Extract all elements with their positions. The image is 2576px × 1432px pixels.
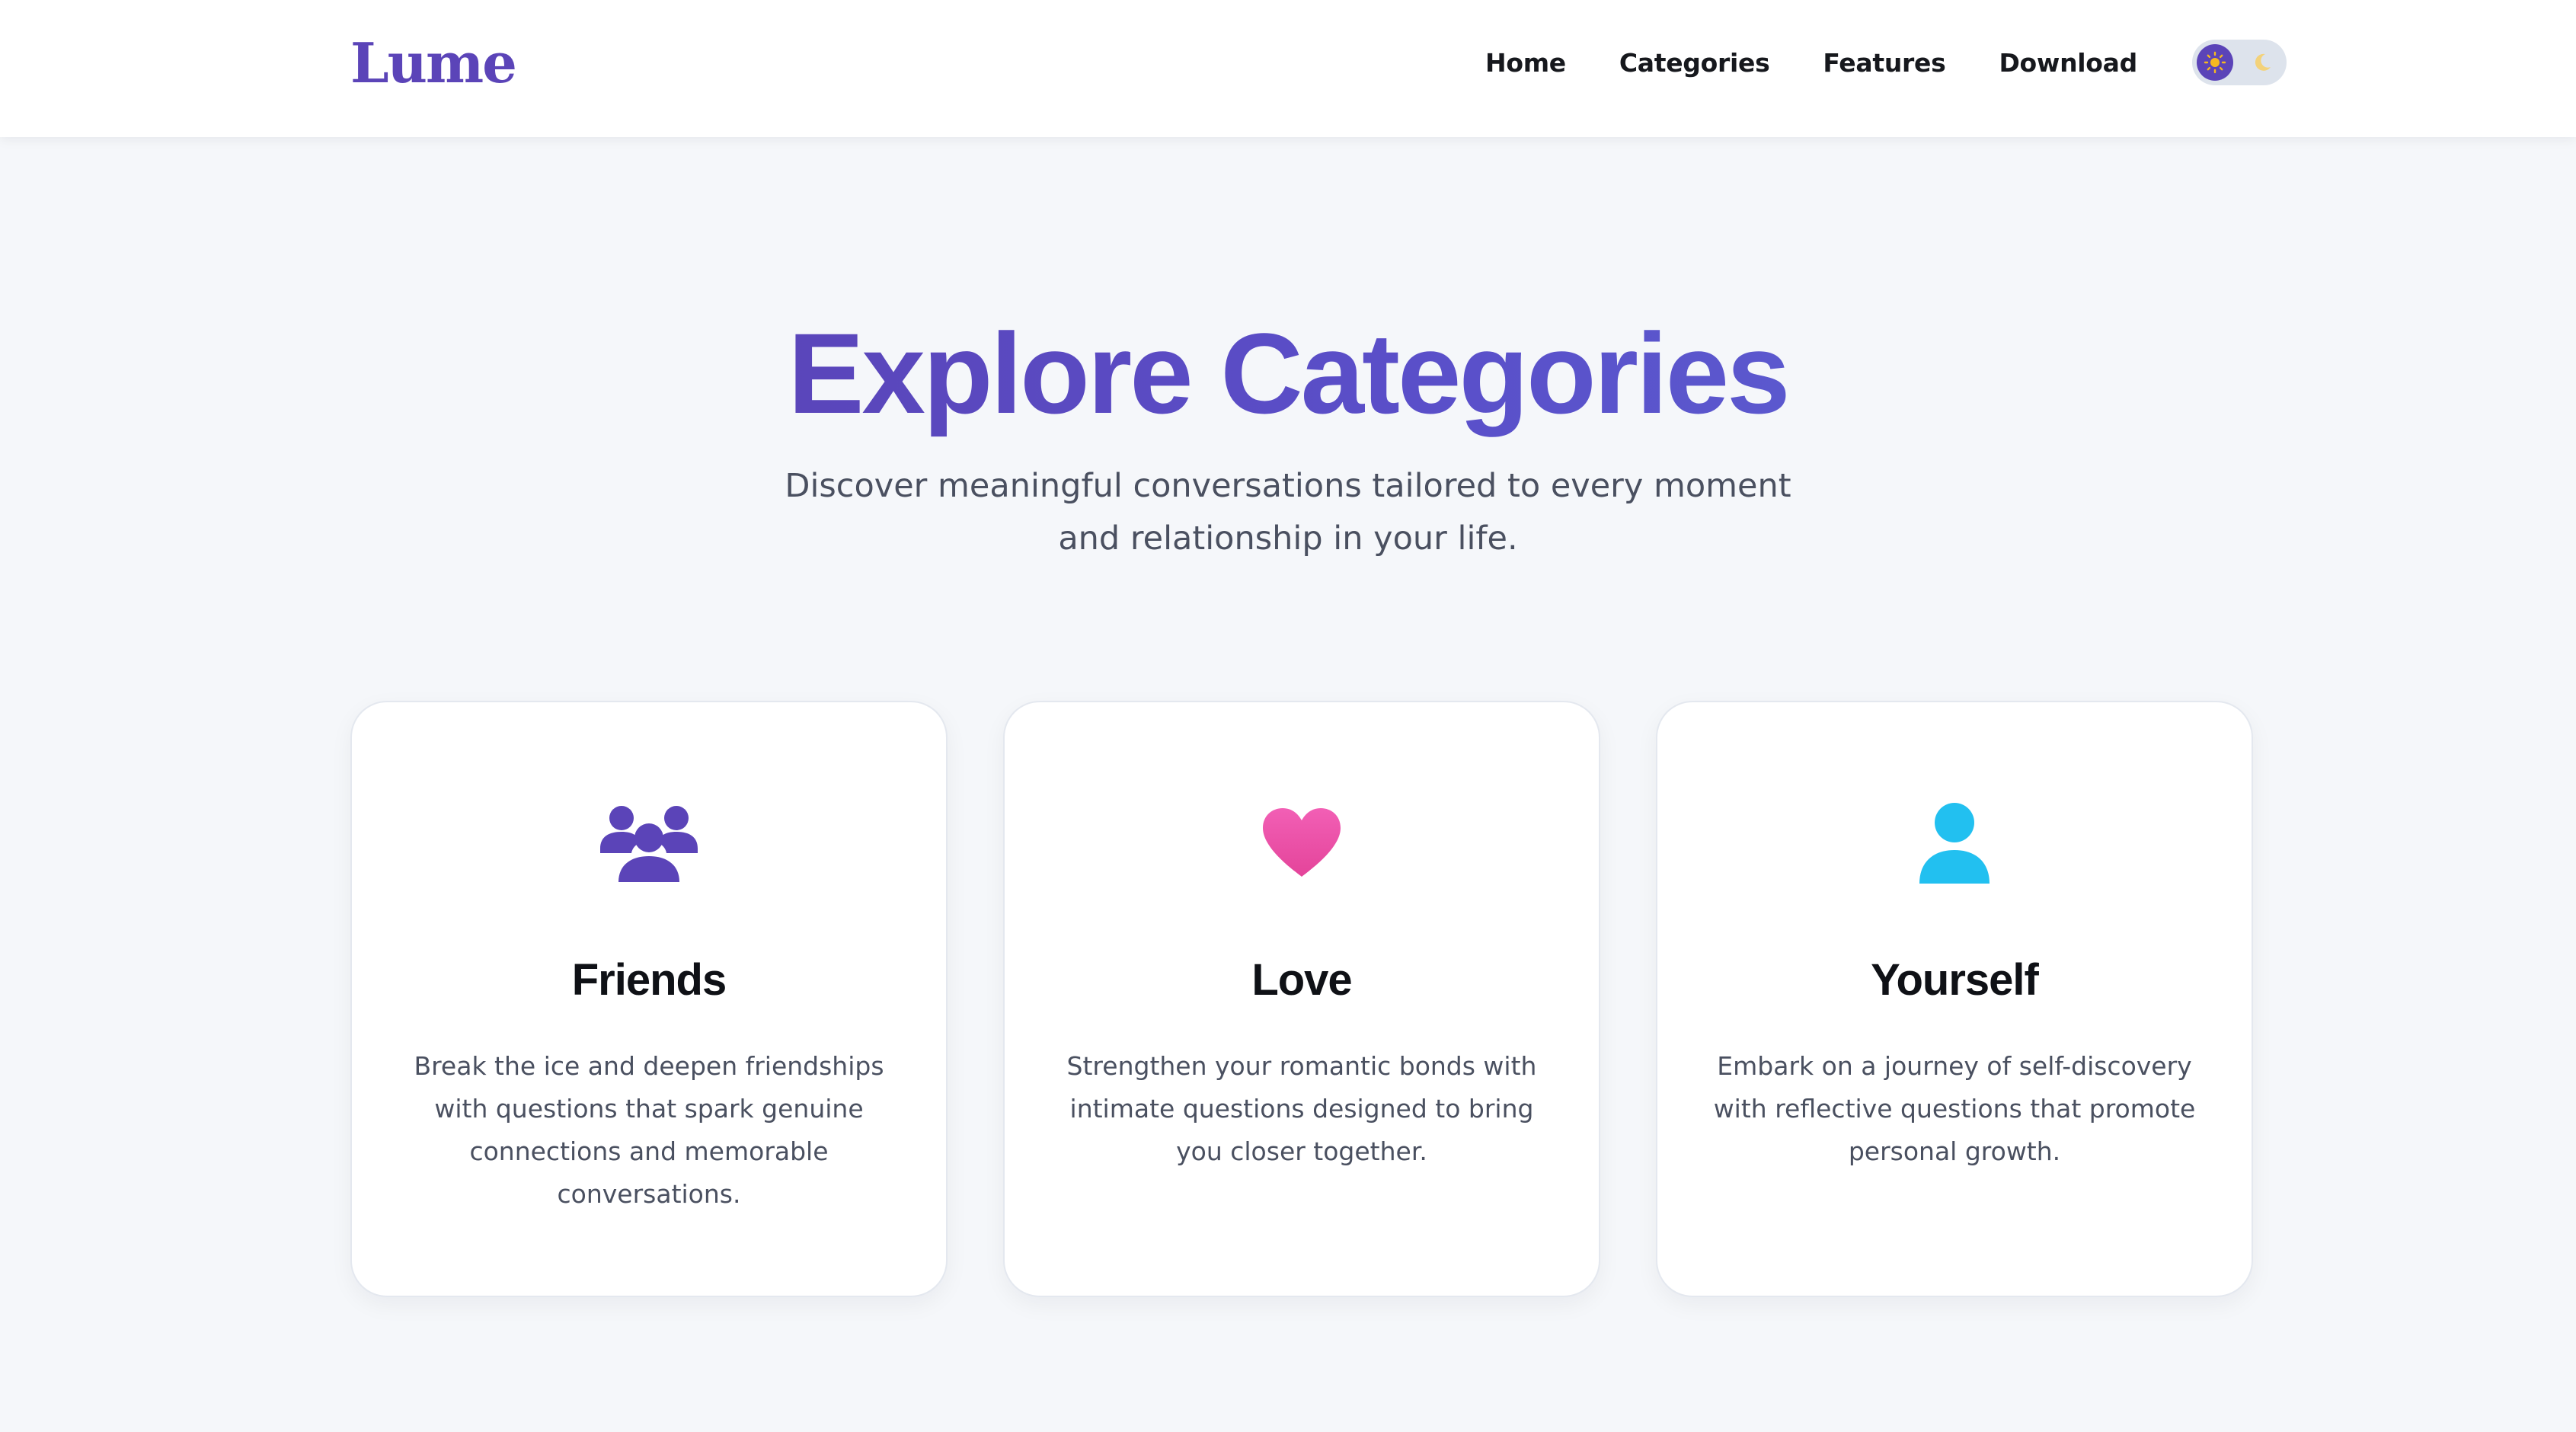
subtitle-line-2: and relationship in your life. xyxy=(1058,519,1518,558)
category-title: Yourself xyxy=(1871,955,2039,1005)
toggle-knob xyxy=(2196,44,2233,81)
nav-link-home[interactable]: Home xyxy=(1485,48,1566,78)
nav-link-features[interactable]: Features xyxy=(1823,48,1945,78)
category-card-yourself[interactable]: Yourself Embark on a journey of self-dis… xyxy=(1656,701,2253,1297)
nav-link-categories[interactable]: Categories xyxy=(1619,48,1770,78)
page: Lume Home Categories Features Download E… xyxy=(0,0,2576,1432)
category-description: Break the ice and deepen friendships wit… xyxy=(414,1051,884,1209)
main-nav: Home Categories Features Download xyxy=(1485,40,2287,85)
category-card-love[interactable]: Love Strengthen your romantic bonds with… xyxy=(1003,701,1600,1297)
category-title: Friends xyxy=(571,955,727,1005)
heart-icon xyxy=(1248,798,1355,889)
logo[interactable]: Lume xyxy=(350,21,517,105)
category-cards: Friends Break the ice and deepen friends… xyxy=(350,701,2255,1299)
moon-icon xyxy=(2255,53,2271,71)
site-header: Lume Home Categories Features Download xyxy=(0,0,2576,137)
category-description: Embark on a journey of self-discovery wi… xyxy=(1713,1051,2196,1166)
page-title: Explore Categories xyxy=(0,305,2576,442)
category-card-friends[interactable]: Friends Break the ice and deepen friends… xyxy=(350,701,948,1297)
users-icon xyxy=(596,798,702,889)
category-description: Strengthen your romantic bonds with inti… xyxy=(1066,1051,1537,1166)
page-subtitle: Discover meaningful conversations tailor… xyxy=(762,460,1814,565)
subtitle-line-1: Discover meaningful conversations tailor… xyxy=(785,467,1791,505)
sun-icon xyxy=(2204,51,2226,74)
theme-toggle[interactable] xyxy=(2191,40,2287,85)
user-icon xyxy=(1901,798,2008,889)
category-title: Love xyxy=(1251,955,1352,1005)
nav-link-download[interactable]: Download xyxy=(1999,48,2137,78)
